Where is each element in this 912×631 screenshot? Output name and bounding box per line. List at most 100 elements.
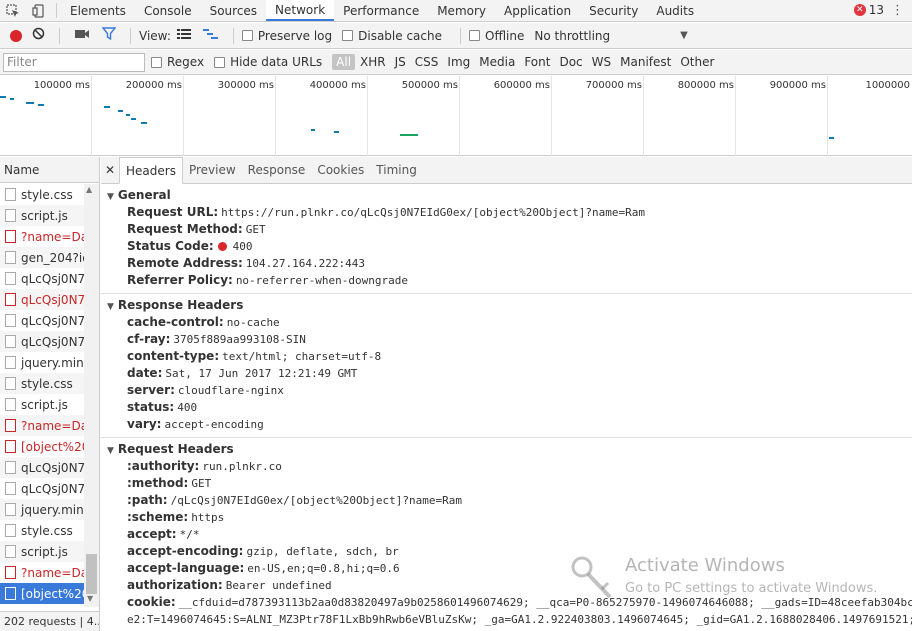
tab-network[interactable]: Network — [266, 0, 335, 21]
request-row[interactable]: qLcQsj0N7E — [0, 331, 84, 352]
filter-type-css[interactable]: CSS — [411, 54, 443, 70]
tab-console[interactable]: Console — [135, 0, 201, 21]
clear-icon[interactable] — [32, 27, 45, 44]
header-value: */* — [179, 528, 200, 541]
request-headers-header[interactable]: ▼ Request Headers — [101, 441, 912, 458]
request-row[interactable]: [object%20 — [0, 583, 84, 604]
header-key: authorization: — [127, 578, 223, 592]
request-row[interactable]: style.css — [0, 520, 84, 541]
throttling-value: No throttling — [534, 28, 611, 43]
request-row[interactable]: gen_204?id — [0, 247, 84, 268]
filter-input[interactable] — [3, 52, 145, 72]
error-count-badge[interactable]: ✕ 13 — [853, 3, 884, 17]
filter-type-xhr[interactable]: XHR — [356, 54, 390, 70]
waterfall-icon[interactable] — [202, 28, 219, 44]
capture-screenshots-icon[interactable] — [74, 28, 90, 44]
tab-sources[interactable]: Sources — [201, 0, 266, 21]
request-row[interactable]: [object%20 — [0, 436, 84, 457]
tab-security[interactable]: Security — [580, 0, 647, 21]
filter-type-all[interactable]: All — [332, 54, 356, 70]
timeline-tick: 300000 ms — [217, 80, 274, 91]
request-row[interactable]: ?name=Dar — [0, 226, 84, 247]
header-key: cookie: — [127, 595, 176, 609]
timeline-tick: 400000 ms — [309, 80, 366, 91]
header-key: :path: — [127, 493, 168, 507]
file-icon — [5, 503, 16, 516]
request-row[interactable]: ?name=Dar — [0, 562, 84, 583]
expand-triangle-icon: ▼ — [107, 446, 114, 456]
throttling-select[interactable]: No throttling ▼ — [534, 29, 687, 43]
request-row[interactable]: qLcQsj0N7E — [0, 457, 84, 478]
network-overview[interactable]: 100000 ms 200000 ms 300000 ms 400000 ms … — [0, 76, 912, 156]
tab-audits[interactable]: Audits — [647, 0, 703, 21]
filter-icon[interactable] — [101, 27, 117, 44]
file-icon — [5, 377, 16, 390]
request-row[interactable]: qLcQsj0N7E — [0, 268, 84, 289]
filter-type-doc[interactable]: Doc — [555, 54, 586, 70]
request-row[interactable]: jquery.min.j — [0, 499, 84, 520]
file-icon — [5, 398, 16, 411]
scroll-thumb[interactable] — [86, 554, 97, 594]
file-icon — [5, 440, 16, 453]
tab-cookies[interactable]: Cookies — [311, 157, 370, 183]
large-rows-icon[interactable] — [176, 28, 191, 44]
filter-type-img[interactable]: Img — [443, 54, 474, 70]
more-options-icon[interactable]: ⋮ — [891, 3, 904, 18]
request-row[interactable]: script.js — [0, 205, 84, 226]
tab-response[interactable]: Response — [242, 157, 312, 183]
hide-data-urls-checkbox[interactable]: Hide data URLs — [214, 55, 322, 69]
tab-headers[interactable]: Headers — [119, 157, 183, 184]
offline-checkbox[interactable]: Offline — [469, 29, 524, 43]
header-key: cache-control: — [127, 315, 224, 329]
close-details-icon[interactable]: ✕ — [101, 157, 119, 183]
tab-memory[interactable]: Memory — [428, 0, 495, 21]
filter-type-js[interactable]: JS — [391, 54, 410, 70]
filter-type-media[interactable]: Media — [475, 54, 519, 70]
filter-type-manifest[interactable]: Manifest — [616, 54, 675, 70]
request-headers-section: ▼ Request Headers :authority: run.plnkr.co… — [101, 438, 912, 631]
filter-type-font[interactable]: Font — [520, 54, 554, 70]
preserve-log-checkbox[interactable]: Preserve log — [241, 28, 333, 43]
tab-preview[interactable]: Preview — [183, 157, 242, 183]
response-headers-header[interactable]: ▼ Response Headers — [101, 297, 912, 314]
disable-cache-checkbox[interactable]: Disable cache — [342, 29, 442, 43]
status-bar: 202 requests | 4... — [0, 611, 99, 631]
request-name: qLcQsj0N7E — [21, 460, 84, 475]
request-list-scrollbar[interactable]: ▲ ▼ — [84, 184, 99, 607]
timeline-mark — [0, 96, 6, 98]
device-toolbar-icon[interactable] — [26, 0, 52, 21]
tab-elements[interactable]: Elements — [61, 0, 135, 21]
tab-performance[interactable]: Performance — [334, 0, 428, 21]
scroll-down-icon[interactable]: ▼ — [87, 594, 93, 603]
general-section-header[interactable]: ▼ General — [101, 187, 912, 204]
tab-timing[interactable]: Timing — [370, 157, 423, 183]
filter-type-other[interactable]: Other — [676, 54, 718, 70]
devtools-tabbar: Elements Console Sources Network Perform… — [0, 0, 912, 22]
scroll-up-icon[interactable]: ▲ — [86, 185, 92, 194]
header-value: text/html; charset=utf-8 — [222, 350, 382, 363]
request-row[interactable]: qLcQsj0N7E — [0, 310, 84, 331]
request-row[interactable]: qLcQsj0N7E — [0, 478, 84, 499]
request-row[interactable]: style.css — [0, 373, 84, 394]
request-row[interactable]: ?name=Dar — [0, 415, 84, 436]
header-key: Remote Address: — [127, 256, 243, 270]
header-key: accept: — [127, 527, 177, 541]
record-icon[interactable] — [10, 29, 22, 42]
preserve-log-label: Preserve log — [257, 28, 333, 43]
filter-type-ws[interactable]: WS — [588, 54, 615, 70]
hide-data-urls-label: Hide data URLs — [230, 55, 323, 69]
inspect-element-icon[interactable] — [0, 0, 26, 21]
request-list: Name style.css script.js ?name=Dar gen_204?… — [0, 157, 100, 631]
request-row[interactable]: jquery.min.j — [0, 352, 84, 373]
request-row[interactable]: style.css — [0, 184, 84, 205]
request-name: jquery.min.j — [21, 355, 84, 370]
timeline-mark — [131, 118, 136, 120]
regex-checkbox[interactable]: Regex — [151, 55, 204, 69]
request-row[interactable]: qLcQsj0N7E — [0, 289, 84, 310]
header-key: Referrer Policy: — [127, 273, 233, 287]
request-row[interactable]: script.js — [0, 394, 84, 415]
name-column-header[interactable]: Name — [0, 157, 99, 183]
header-key: Request URL: — [127, 205, 219, 219]
request-row[interactable]: script.js — [0, 541, 84, 562]
tab-application[interactable]: Application — [495, 0, 580, 21]
